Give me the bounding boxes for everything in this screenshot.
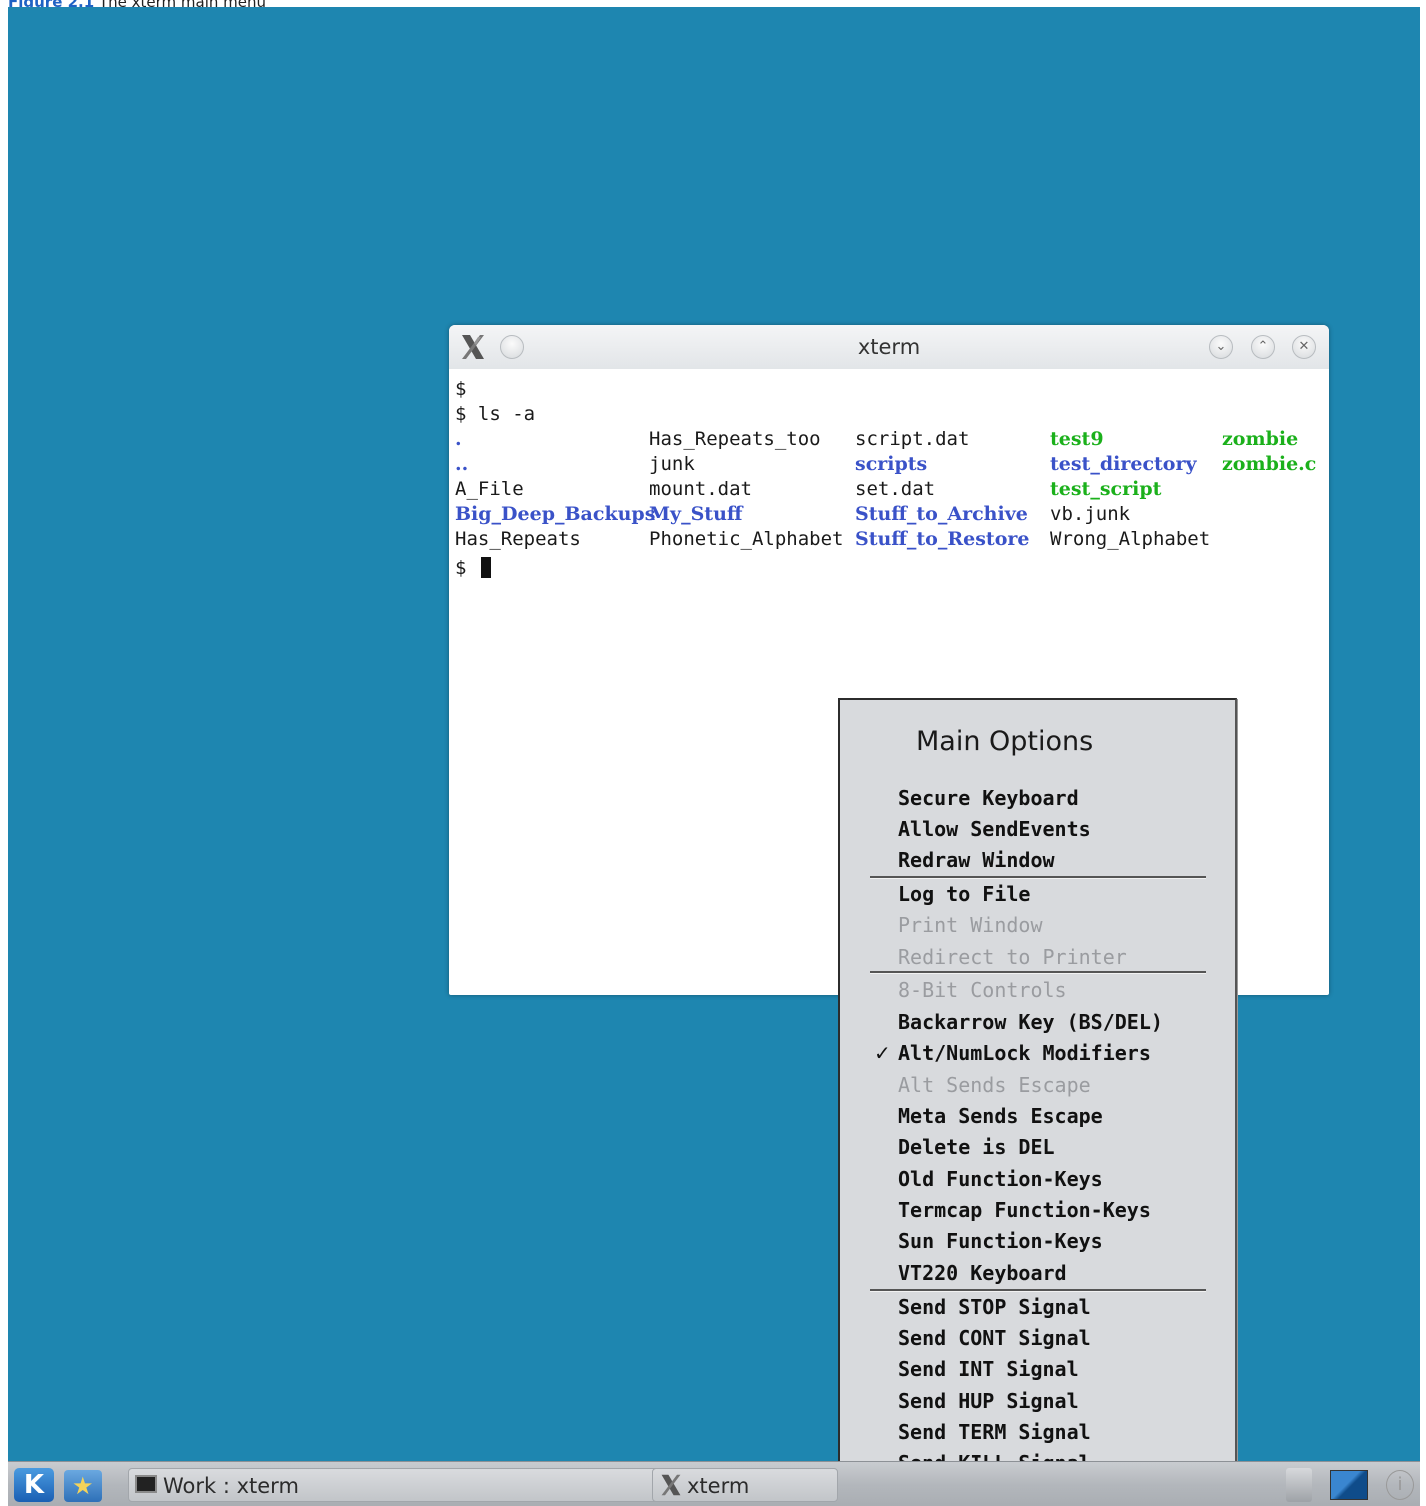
menu-item-send-hup-signal[interactable]: Send HUP Signal: [898, 1389, 1079, 1413]
window-titlebar[interactable]: xterm ⌄ ⌃ ✕: [449, 325, 1329, 369]
terminal-line: $ ls -a: [455, 403, 536, 425]
directory-entry: Big_Deep_Backups: [455, 503, 656, 525]
clipboard-tray-icon[interactable]: [1286, 1468, 1312, 1502]
directory-entry: .: [455, 428, 462, 450]
menu-item-redraw-window[interactable]: Redraw Window: [898, 848, 1055, 872]
close-button[interactable]: ✕: [1292, 335, 1316, 359]
directory-entry: Stuff_to_Restore: [855, 528, 1030, 550]
directory-entry: scripts: [855, 453, 928, 475]
menu-item-send-int-signal[interactable]: Send INT Signal: [898, 1357, 1079, 1381]
menu-item-print-window: Print Window: [898, 913, 1043, 937]
terminal-line: $: [455, 378, 467, 400]
terminal-cursor: [481, 557, 491, 578]
menu-item-allow-sendevents[interactable]: Allow SendEvents: [898, 817, 1091, 841]
kde-launcher-icon[interactable]: K: [14, 1468, 54, 1502]
menu-separator: [870, 876, 1206, 879]
menu-item-8-bit-controls: 8-Bit Controls: [898, 978, 1067, 1002]
terminal-prompt: $: [455, 557, 467, 579]
checkmark-icon: ✓: [874, 1041, 891, 1065]
file-entry: vb.junk: [1050, 503, 1131, 525]
menu-item-termcap-function-keys[interactable]: Termcap Function-Keys: [898, 1198, 1151, 1222]
chevron-down-icon: ⌄: [1215, 339, 1227, 354]
directory-entry: Stuff_to_Archive: [855, 503, 1028, 525]
menu-item-secure-keyboard[interactable]: Secure Keyboard: [898, 786, 1079, 810]
window-title: xterm: [857, 335, 921, 359]
file-entry: Phonetic_Alphabet: [649, 528, 844, 550]
file-entry: Has_Repeats: [455, 528, 581, 550]
network-tray-icon[interactable]: [1330, 1470, 1368, 1500]
chevron-up-icon: ⌃: [1257, 339, 1269, 354]
main-options-menu: Main Options Secure Keyboard Allow SendEv…: [838, 698, 1237, 1506]
executable-entry: zombie.c: [1222, 453, 1317, 475]
file-entry: A_File: [455, 478, 524, 500]
close-icon: ✕: [1298, 339, 1310, 354]
menu-item-alt-numlock-modifiers[interactable]: Alt/NumLock Modifiers: [898, 1041, 1151, 1065]
terminal-icon: [135, 1475, 157, 1493]
executable-entry: test9: [1050, 428, 1104, 450]
maximize-button[interactable]: ⌃: [1251, 335, 1275, 359]
menu-item-redirect-to-printer: Redirect to Printer: [898, 945, 1127, 969]
task-xterm[interactable]: xterm: [652, 1468, 838, 1502]
menu-separator: [870, 971, 1206, 974]
minimize-button[interactable]: ⌄: [1209, 335, 1233, 359]
menu-item-send-stop-signal[interactable]: Send STOP Signal: [898, 1295, 1091, 1319]
file-entry: Has_Repeats_too: [649, 428, 821, 450]
executable-entry: zombie: [1222, 428, 1299, 450]
task-label: xterm: [687, 1474, 750, 1498]
directory-entry: My_Stuff: [649, 503, 743, 525]
menu-separator: [870, 1289, 1206, 1292]
executable-entry: test_script: [1050, 478, 1162, 500]
taskbar: K ★ Work : xterm xterm i: [8, 1461, 1420, 1506]
menu-item-old-function-keys[interactable]: Old Function-Keys: [898, 1167, 1103, 1191]
menu-item-send-cont-signal[interactable]: Send CONT Signal: [898, 1326, 1091, 1350]
directory-entry: test_directory: [1050, 453, 1197, 475]
favorites-icon[interactable]: ★: [64, 1470, 102, 1502]
file-entry: set.dat: [855, 478, 936, 500]
task-label: Work : xterm: [163, 1474, 299, 1498]
menu-title: Main Options: [916, 726, 1094, 757]
file-entry: junk: [649, 453, 695, 475]
file-entry: Wrong_Alphabet: [1050, 528, 1211, 550]
menu-item-vt220-keyboard[interactable]: VT220 Keyboard: [898, 1261, 1067, 1285]
menu-item-backarrow-key-bs-del[interactable]: Backarrow Key (BS/DEL): [898, 1010, 1163, 1034]
desktop: xterm ⌄ ⌃ ✕ $ $ ls -a ... A_File Big_Deep_…: [8, 7, 1420, 1506]
menu-item-sun-function-keys[interactable]: Sun Function-Keys: [898, 1229, 1103, 1253]
file-entry: script.dat: [855, 428, 970, 450]
file-entry: mount.dat: [649, 478, 752, 500]
menu-item-delete-is-del[interactable]: Delete is DEL: [898, 1135, 1055, 1159]
x-logo-icon: [661, 1474, 681, 1496]
info-tray-icon[interactable]: i: [1386, 1470, 1414, 1500]
menu-item-log-to-file[interactable]: Log to File: [898, 882, 1030, 906]
menu-item-meta-sends-escape[interactable]: Meta Sends Escape: [898, 1104, 1103, 1128]
menu-item-send-term-signal[interactable]: Send TERM Signal: [898, 1420, 1091, 1444]
menu-item-alt-sends-escape: Alt Sends Escape: [898, 1073, 1091, 1097]
directory-entry: ..: [455, 453, 469, 475]
